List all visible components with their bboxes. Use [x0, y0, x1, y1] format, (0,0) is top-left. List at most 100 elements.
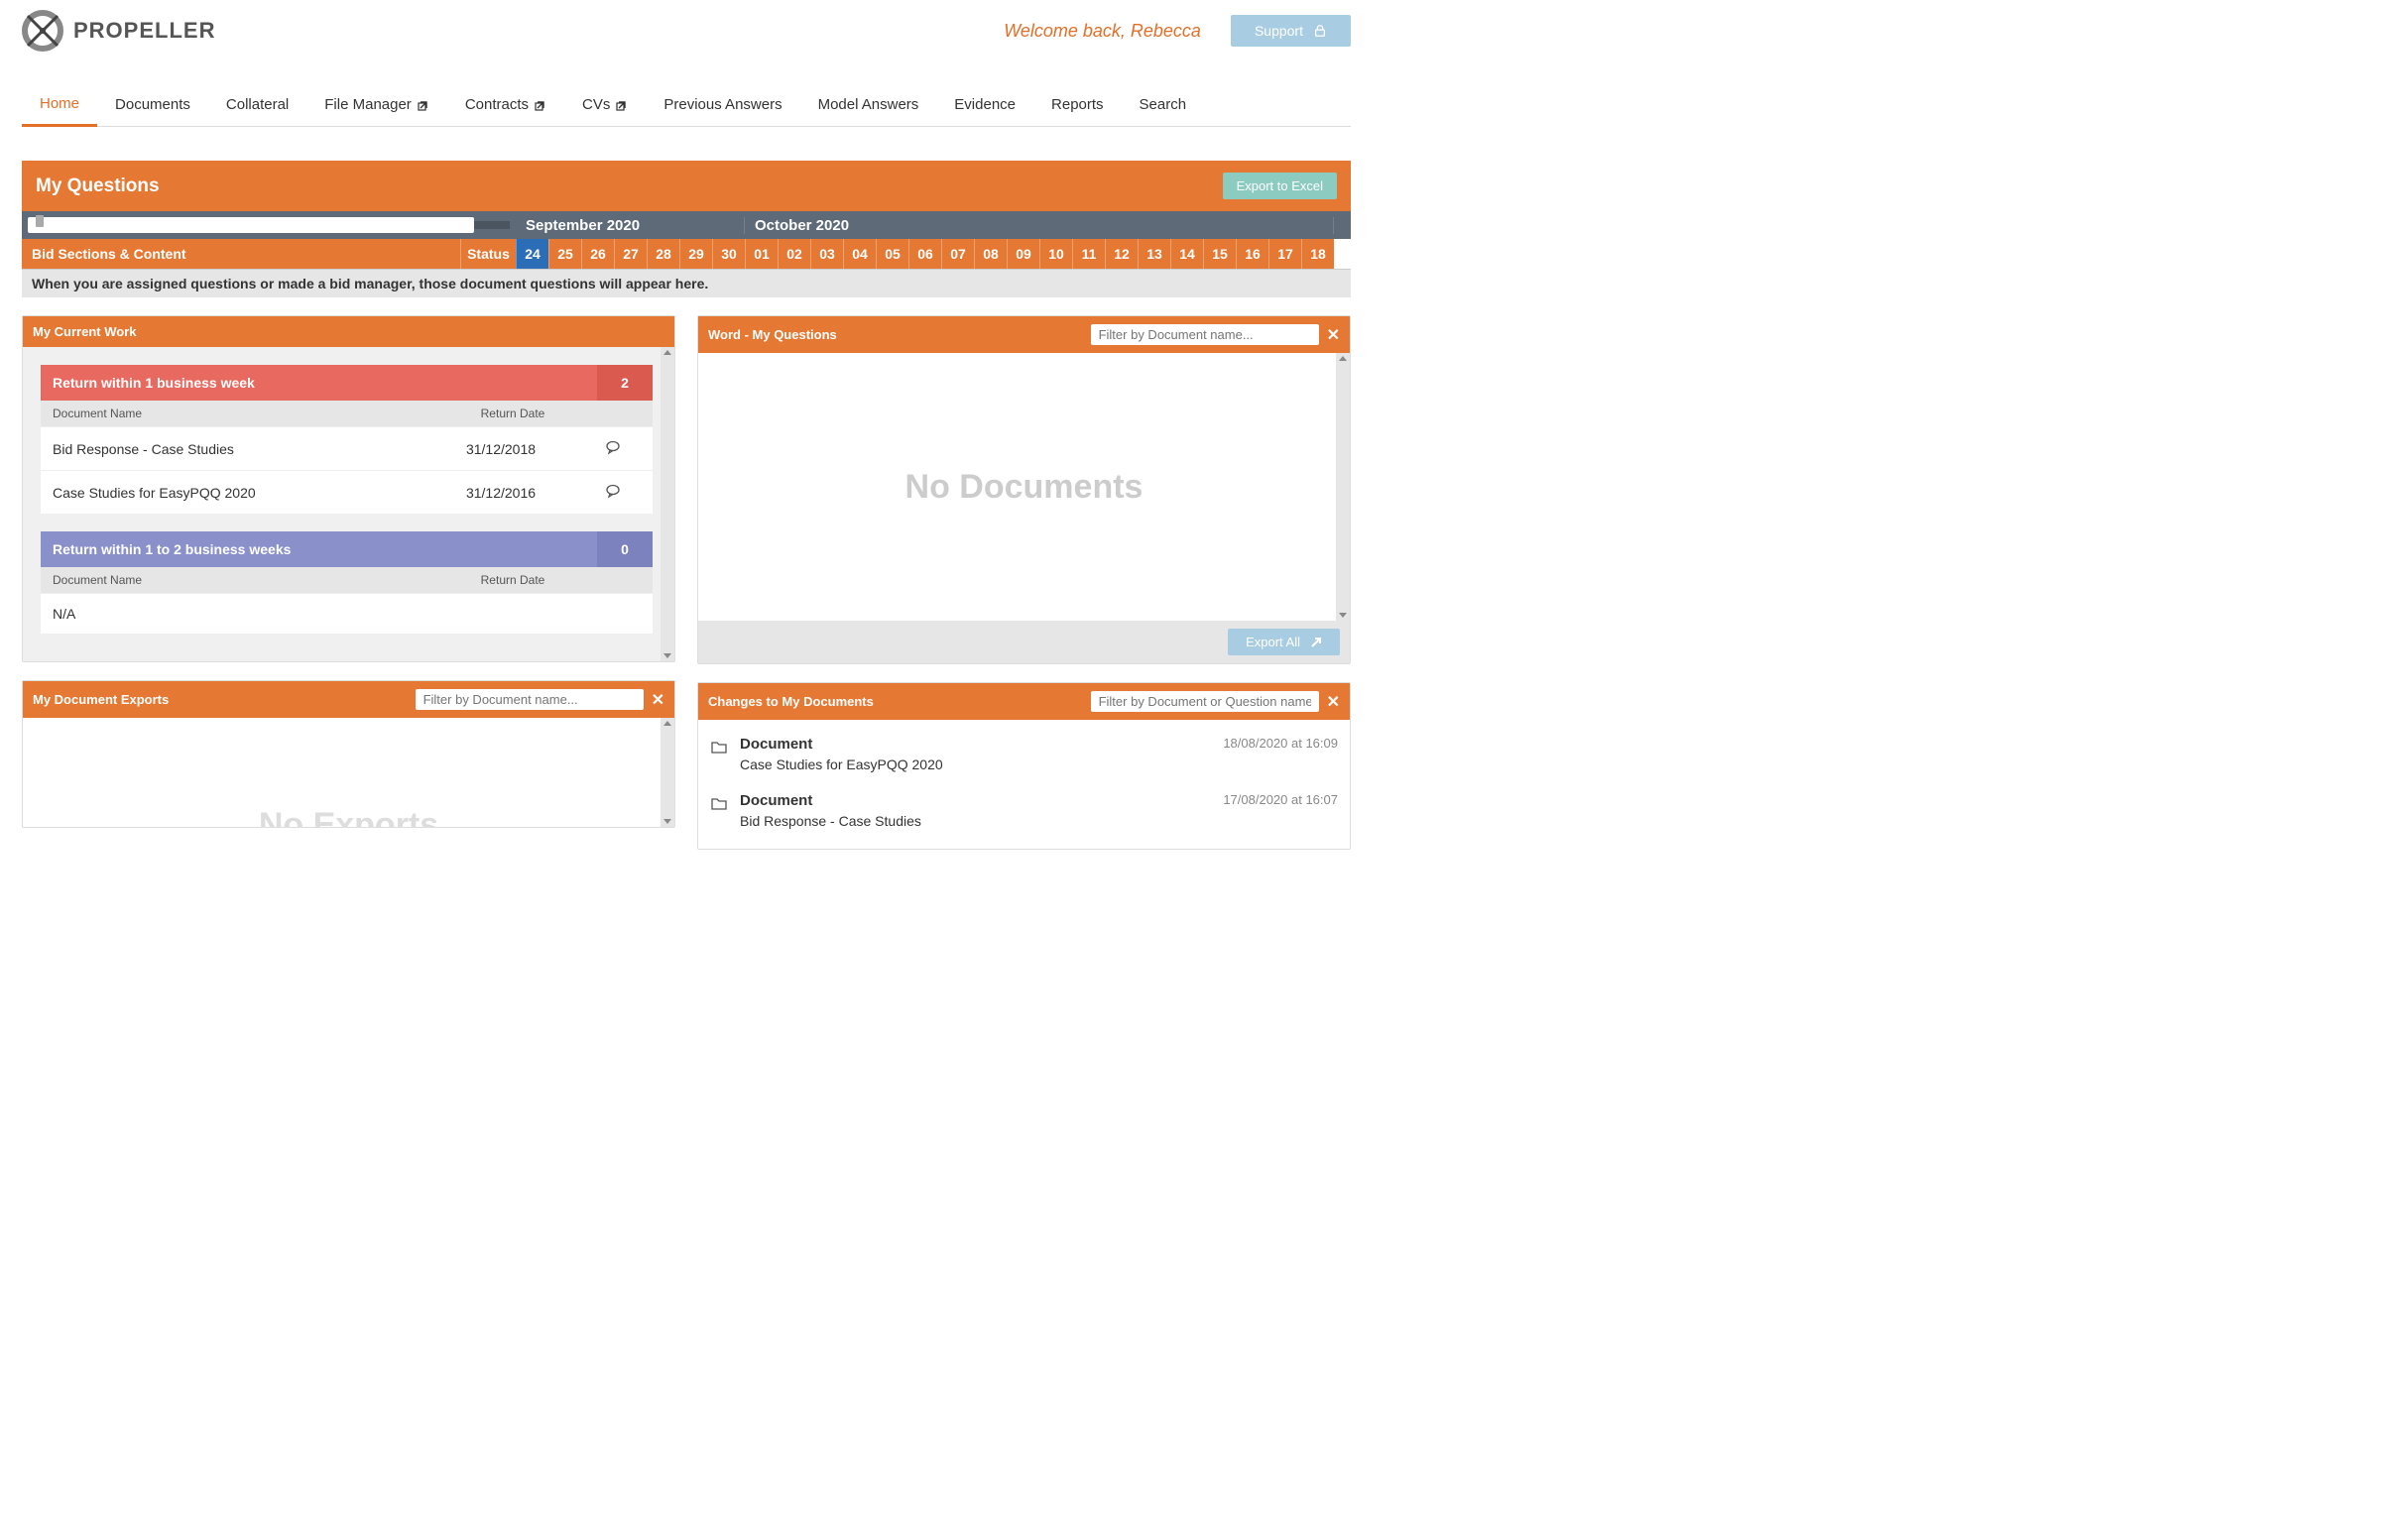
close-icon[interactable]: ✕ [652, 690, 664, 710]
close-icon[interactable]: ✕ [1327, 692, 1340, 712]
work-group-label: Return within 1 to 2 business weeks [41, 531, 597, 567]
timeline-day[interactable]: 30 [712, 239, 745, 269]
comment-icon[interactable] [605, 483, 621, 499]
timeline-day[interactable]: 11 [1072, 239, 1105, 269]
work-group-header[interactable]: Return within 1 business week 2 [41, 365, 653, 401]
timeline-day[interactable]: 25 [548, 239, 581, 269]
row-date: 31/12/2018 [417, 441, 585, 457]
nav-item-cvs[interactable]: CVs [564, 85, 646, 126]
timeline-day[interactable]: 06 [908, 239, 941, 269]
timeline-day[interactable]: 16 [1236, 239, 1268, 269]
change-type: Document [740, 792, 1211, 809]
changes-to-my-documents-panel: Changes to My Documents ✕ Document Case … [697, 682, 1351, 850]
export-all-button[interactable]: Export All [1228, 629, 1340, 655]
timeline-day[interactable]: 01 [745, 239, 778, 269]
change-type: Document [740, 736, 1211, 753]
nav-item-reports[interactable]: Reports [1033, 85, 1122, 126]
main-nav: HomeDocumentsCollateralFile ManagerContr… [22, 85, 1351, 127]
scrollbar[interactable] [661, 718, 674, 827]
brand-text: PROPELLER [73, 18, 215, 44]
my-questions-section: My Questions Export to Excel Bid Section… [22, 161, 1351, 297]
my-document-exports-panel: My Document Exports ✕ No Exports [22, 680, 675, 828]
timeline-day[interactable]: 07 [941, 239, 974, 269]
logo[interactable]: PROPELLER [22, 10, 215, 52]
timeline-day[interactable]: 09 [1007, 239, 1039, 269]
work-group-count: 0 [597, 531, 653, 567]
external-link-icon [418, 99, 429, 111]
work-group-header[interactable]: Return within 1 to 2 business weeks 0 [41, 531, 653, 567]
nav-item-previous-answers[interactable]: Previous Answers [646, 85, 799, 126]
col-return-date: Return Date [428, 567, 597, 593]
my-current-work-panel: My Current Work Return within 1 business… [22, 315, 675, 662]
timeline: Bid Sections & Content Status September … [22, 211, 1351, 269]
lock-icon [1313, 24, 1327, 38]
col-document-name: Document Name [41, 401, 428, 426]
work-row[interactable]: Case Studies for EasyPQQ 2020 31/12/2016 [41, 470, 653, 514]
panel-title: My Current Work [33, 324, 664, 339]
scrollbar[interactable] [1336, 353, 1350, 621]
header: PROPELLER Welcome back, Rebecca Support [4, 0, 1369, 56]
bid-sections-label: Bid Sections & Content [22, 246, 460, 262]
work-row[interactable]: N/A [41, 593, 653, 634]
timeline-day[interactable]: 26 [581, 239, 614, 269]
folder-icon [710, 794, 728, 812]
timeline-day[interactable]: 02 [778, 239, 810, 269]
col-return-date: Return Date [428, 401, 597, 426]
scrollbar[interactable] [661, 347, 674, 661]
panel-title: Changes to My Documents [708, 694, 1083, 709]
nav-item-home[interactable]: Home [22, 85, 97, 127]
timeline-day[interactable]: 12 [1105, 239, 1138, 269]
timeline-day[interactable]: 14 [1170, 239, 1203, 269]
timeline-day[interactable]: 18 [1301, 239, 1334, 269]
timeline-day[interactable]: 27 [614, 239, 647, 269]
row-name: N/A [53, 606, 417, 622]
nav-item-file-manager[interactable]: File Manager [306, 85, 447, 126]
external-link-icon [535, 99, 546, 111]
no-exports-text: No Exports [259, 806, 438, 827]
folder-icon [710, 738, 728, 756]
welcome-text: Welcome back, Rebecca [1004, 21, 1201, 42]
nav-item-documents[interactable]: Documents [97, 85, 208, 126]
change-row[interactable]: Document Case Studies for EasyPQQ 2020 1… [710, 726, 1338, 782]
timeline-day[interactable]: 10 [1039, 239, 1072, 269]
timeline-day[interactable]: 17 [1268, 239, 1301, 269]
timeline-slider[interactable] [22, 211, 516, 239]
change-name: Case Studies for EasyPQQ 2020 [740, 756, 1211, 772]
timeline-day[interactable]: 03 [810, 239, 843, 269]
nav-item-evidence[interactable]: Evidence [936, 85, 1033, 126]
word-filter-input[interactable] [1091, 324, 1319, 345]
changes-filter-input[interactable] [1091, 691, 1319, 712]
nav-item-search[interactable]: Search [1122, 85, 1205, 126]
timeline-day[interactable]: 13 [1138, 239, 1170, 269]
export-all-label: Export All [1246, 635, 1300, 649]
assignment-hint: When you are assigned questions or made … [22, 269, 1351, 297]
work-row[interactable]: Bid Response - Case Studies 31/12/2018 [41, 426, 653, 470]
comment-icon[interactable] [605, 439, 621, 455]
change-row[interactable]: Document Bid Response - Case Studies 17/… [710, 782, 1338, 839]
propeller-icon [22, 10, 63, 52]
timeline-day[interactable]: 28 [647, 239, 679, 269]
nav-item-model-answers[interactable]: Model Answers [800, 85, 937, 126]
timeline-day[interactable]: 15 [1203, 239, 1236, 269]
panel-title: My Document Exports [33, 692, 408, 707]
work-group-label: Return within 1 business week [41, 365, 597, 401]
exports-filter-input[interactable] [416, 689, 644, 710]
timeline-month: October 2020 [745, 217, 1334, 234]
timeline-day[interactable]: 29 [679, 239, 712, 269]
change-name: Bid Response - Case Studies [740, 813, 1211, 829]
nav-item-contracts[interactable]: Contracts [447, 85, 564, 126]
support-button[interactable]: Support [1231, 15, 1351, 47]
export-to-excel-button[interactable]: Export to Excel [1223, 173, 1337, 199]
timeline-day[interactable]: 24 [516, 239, 548, 269]
close-icon[interactable]: ✕ [1327, 325, 1340, 345]
col-document-name: Document Name [41, 567, 428, 593]
row-name: Bid Response - Case Studies [53, 441, 417, 457]
my-questions-title: My Questions [36, 175, 160, 197]
support-label: Support [1255, 23, 1303, 39]
nav-item-collateral[interactable]: Collateral [208, 85, 306, 126]
timeline-day[interactable]: 08 [974, 239, 1007, 269]
work-group-count: 2 [597, 365, 653, 401]
timeline-day[interactable]: 04 [843, 239, 876, 269]
my-questions-header: My Questions Export to Excel [22, 161, 1351, 211]
timeline-day[interactable]: 05 [876, 239, 908, 269]
